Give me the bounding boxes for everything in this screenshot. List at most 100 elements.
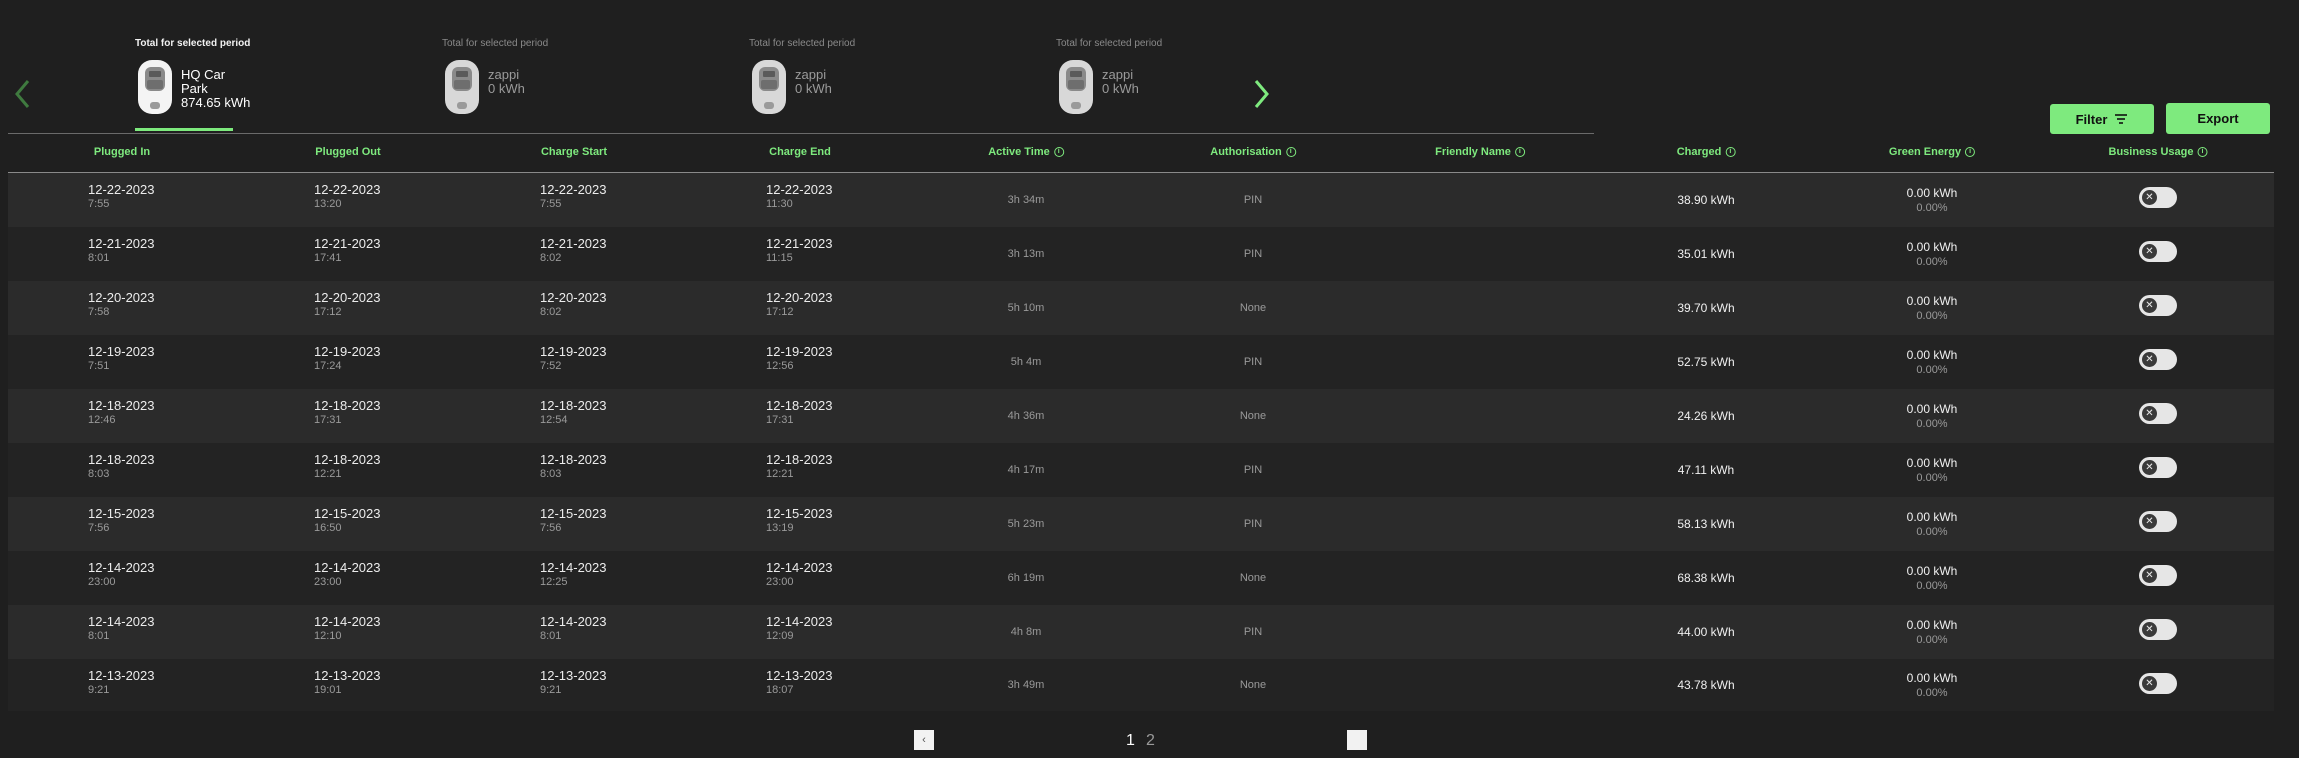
- charger-card[interactable]: Total for selected period HQ Car Park 874.…: [135, 36, 335, 132]
- table-row[interactable]: 12-20-2023 7:58 12-20-2023 17:12 12-20-2023 8…: [8, 281, 2274, 335]
- table-row[interactable]: 12-22-2023 7:55 12-22-2023 13:20 12-22-2023 7…: [8, 173, 2274, 227]
- active-time-cell: 5h 23m: [1007, 518, 1045, 530]
- date-text: 12-22-2023: [314, 182, 381, 197]
- export-button[interactable]: Export: [2166, 103, 2270, 134]
- business-usage-toggle[interactable]: ✕: [2139, 619, 2177, 640]
- close-icon: ✕: [2142, 298, 2157, 313]
- green-energy-cell: 0.00 kWh 0.00%: [1907, 281, 1958, 335]
- business-usage-toggle[interactable]: ✕: [2139, 511, 2177, 532]
- table-row[interactable]: 12-19-2023 7:51 12-19-2023 17:24 12-19-2023 7…: [8, 335, 2274, 389]
- close-icon: ✕: [2142, 244, 2157, 259]
- table-row[interactable]: 12-13-2023 9:21 12-13-2023 19:01 12-13-2023 9…: [8, 659, 2274, 711]
- info-icon[interactable]: i: [1285, 147, 1296, 157]
- active-time-cell: 3h 49m: [1007, 679, 1045, 691]
- column-header-plugged-in[interactable]: Plugged In: [94, 146, 150, 158]
- time-text: 17:41: [314, 252, 342, 264]
- date-text: 12-15-2023: [314, 506, 381, 521]
- business-usage-toggle[interactable]: ✕: [2139, 295, 2177, 316]
- green-energy-kwh: 0.00 kWh: [1906, 239, 1958, 254]
- green-energy-cell: 0.00 kWh 0.00%: [1907, 551, 1958, 605]
- column-header-charge-start[interactable]: Charge Start: [541, 146, 607, 158]
- active-time-cell: 4h 8m: [1010, 626, 1042, 638]
- business-usage-toggle[interactable]: ✕: [2139, 349, 2177, 370]
- date-text: 12-20-2023: [88, 290, 155, 305]
- table-row[interactable]: 12-15-2023 7:56 12-15-2023 16:50 12-15-2023 7…: [8, 497, 2274, 551]
- column-header-green-energy[interactable]: Green Energy i: [1889, 146, 1976, 158]
- green-energy-kwh: 0.00 kWh: [1906, 509, 1958, 524]
- active-time-cell: 4h 36m: [1007, 410, 1045, 422]
- business-usage-toggle[interactable]: ✕: [2139, 403, 2177, 424]
- charged-cell: 35.01 kWh: [1677, 247, 1735, 261]
- time-text: 13:20: [314, 198, 342, 210]
- green-energy-kwh: 0.00 kWh: [1906, 455, 1958, 470]
- column-header-label: Friendly Name: [1435, 146, 1511, 158]
- charger-card[interactable]: Total for selected period zappi 0 kWh: [1056, 36, 1256, 132]
- date-text: 12-22-2023: [766, 182, 833, 197]
- charger-energy: 874.65 kWh: [181, 95, 251, 110]
- date-text: 12-21-2023: [540, 236, 607, 251]
- green-energy-cell: 0.00 kWh 0.00%: [1907, 659, 1958, 711]
- pagination-page-2[interactable]: 2: [1146, 732, 1155, 750]
- pagination-prev-button[interactable]: ‹: [914, 730, 934, 750]
- info-icon[interactable]: i: [1053, 147, 1064, 157]
- close-icon: ✕: [2142, 676, 2157, 691]
- pagination-page-1[interactable]: 1: [1126, 732, 1135, 750]
- green-energy-cell: 0.00 kWh 0.00%: [1907, 497, 1958, 551]
- filter-button[interactable]: Filter: [2050, 104, 2154, 134]
- table-row[interactable]: 12-21-2023 8:01 12-21-2023 17:41 12-21-2023 8…: [8, 227, 2274, 281]
- charged-cell: 58.13 kWh: [1677, 517, 1735, 531]
- charger-card[interactable]: Total for selected period zappi 0 kWh: [442, 36, 642, 132]
- business-usage-toggle[interactable]: ✕: [2139, 241, 2177, 262]
- authorisation-cell: None: [1239, 410, 1267, 422]
- green-energy-percent: 0.00%: [1916, 471, 1948, 484]
- date-text: 12-18-2023: [766, 398, 833, 413]
- date-text: 12-13-2023: [540, 668, 607, 683]
- charger-name: zappi: [488, 67, 520, 82]
- time-text: 9:21: [88, 684, 110, 696]
- table-row[interactable]: 12-14-2023 8:01 12-14-2023 12:10 12-14-2023 8…: [8, 605, 2274, 659]
- chevron-left-icon[interactable]: [8, 76, 38, 112]
- column-header-active-time[interactable]: Active Time i: [988, 146, 1064, 158]
- charger-energy: 0 kWh: [488, 81, 525, 96]
- business-usage-toggle[interactable]: ✕: [2139, 187, 2177, 208]
- date-text: 12-14-2023: [314, 614, 381, 629]
- column-header-authorisation[interactable]: Authorisation i: [1210, 146, 1296, 158]
- sessions-table: 12-22-2023 7:55 12-22-2023 13:20 12-22-2023 7…: [8, 173, 2274, 711]
- charger-info: HQ Car Park 874.65 kWh: [181, 68, 251, 110]
- column-header-plugged-out[interactable]: Plugged Out: [315, 146, 380, 158]
- chevron-left-icon: ‹: [922, 734, 926, 746]
- info-icon[interactable]: i: [1725, 147, 1736, 157]
- date-text: 12-15-2023: [766, 506, 833, 521]
- date-text: 12-13-2023: [88, 668, 155, 683]
- business-usage-toggle[interactable]: ✕: [2139, 565, 2177, 586]
- date-text: 12-14-2023: [88, 560, 155, 575]
- charger-energy: 0 kWh: [1102, 81, 1139, 96]
- time-text: 13:19: [766, 522, 794, 534]
- column-header-business-usage[interactable]: Business Usage i: [2109, 146, 2208, 158]
- info-icon[interactable]: i: [1514, 147, 1525, 157]
- time-text: 12:10: [314, 630, 342, 642]
- column-header-charge-end[interactable]: Charge End: [769, 146, 831, 158]
- time-text: 12:21: [314, 468, 342, 480]
- authorisation-cell: None: [1239, 302, 1267, 314]
- authorisation-cell: PIN: [1243, 248, 1263, 260]
- table-row[interactable]: 12-18-2023 12:46 12-18-2023 17:31 12-18-2023…: [8, 389, 2274, 443]
- pagination-next-button[interactable]: [1347, 730, 1367, 750]
- table-row[interactable]: 12-18-2023 8:03 12-18-2023 12:21 12-18-2023 8…: [8, 443, 2274, 497]
- date-text: 12-22-2023: [540, 182, 607, 197]
- zappi-charger-icon: [1056, 58, 1096, 116]
- info-icon[interactable]: i: [1965, 147, 1976, 157]
- green-energy-percent: 0.00%: [1916, 309, 1948, 322]
- time-text: 8:01: [88, 630, 110, 642]
- business-usage-toggle[interactable]: ✕: [2139, 457, 2177, 478]
- time-text: 23:00: [88, 576, 116, 588]
- close-icon: ✕: [2142, 622, 2157, 637]
- date-text: 12-18-2023: [540, 452, 607, 467]
- info-icon[interactable]: i: [2197, 147, 2208, 157]
- column-header-friendly-name[interactable]: Friendly Name i: [1435, 146, 1525, 158]
- charger-card[interactable]: Total for selected period zappi 0 kWh: [749, 36, 949, 132]
- time-text: 17:12: [766, 306, 794, 318]
- column-header-charged[interactable]: Charged i: [1677, 146, 1736, 158]
- table-row[interactable]: 12-14-2023 23:00 12-14-2023 23:00 12-14-2023…: [8, 551, 2274, 605]
- business-usage-toggle[interactable]: ✕: [2139, 673, 2177, 694]
